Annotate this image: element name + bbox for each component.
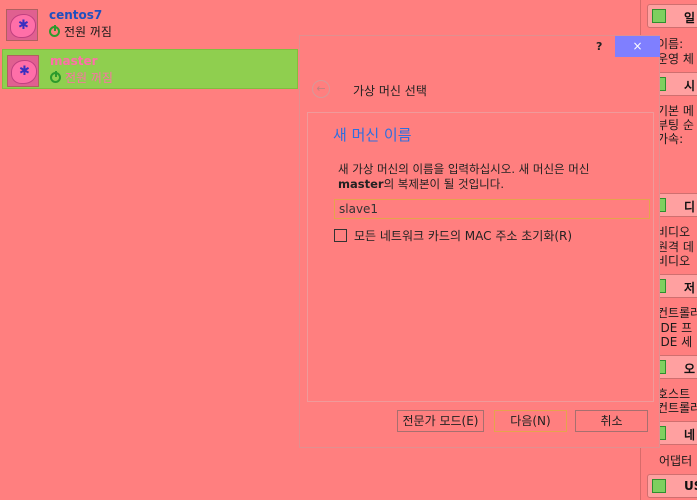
- vm-name: master: [50, 54, 98, 68]
- help-button[interactable]: ?: [596, 40, 602, 53]
- section-title: 시: [684, 79, 696, 93]
- detail-line: 컨트롤러: [657, 401, 697, 415]
- detail-line: 운영 체: [657, 52, 694, 66]
- detail-line: 가속:: [657, 132, 684, 146]
- section-title: 네: [684, 428, 696, 442]
- section-title: 디: [684, 200, 696, 214]
- section-title: 저: [684, 281, 696, 295]
- general-icon: [652, 9, 666, 23]
- vm-state: 전원 꺼짐: [50, 69, 113, 86]
- checkbox-box[interactable]: [334, 229, 347, 242]
- desc-text: 의 복제본이 될 것입니다.: [383, 177, 504, 191]
- next-button[interactable]: 다음(N): [494, 410, 567, 432]
- wizard-page: 새 머신 이름 새 가상 머신의 이름을 입력하십시오. 새 머신은 머신 ma…: [307, 112, 654, 402]
- dialog-title: 가상 머신 선택: [353, 84, 427, 98]
- details-section-usb[interactable]: US: [647, 474, 697, 498]
- button-bar: 전문가 모드(E) 다음(N) 취소: [307, 402, 654, 442]
- checkbox-label: 모든 네트워크 카드의 MAC 주소 초기화(R): [354, 229, 573, 243]
- vm-state-label: 전원 꺼짐: [65, 71, 113, 85]
- vm-name: centos7: [49, 8, 103, 22]
- usb-icon: [652, 479, 666, 493]
- page-description: 새 가상 머신의 이름을 입력하십시오. 새 머신은 머신 master의 복제…: [338, 162, 638, 192]
- expert-mode-button[interactable]: 전문가 모드(E): [397, 410, 484, 432]
- detail-line: IDE 세: [657, 335, 693, 349]
- vm-os-icon: ✱: [7, 55, 39, 87]
- power-icon: [50, 71, 61, 83]
- desc-source-vm: master: [338, 177, 384, 191]
- section-title: US: [684, 479, 697, 493]
- detail-line: 비디오: [657, 254, 691, 268]
- vm-name-input[interactable]: [334, 199, 650, 219]
- cancel-button[interactable]: 취소: [575, 410, 648, 432]
- details-section-general[interactable]: 일: [647, 4, 697, 28]
- detail-line: 어댑터: [659, 454, 693, 468]
- desc-text: 새 가상 머신의 이름을 입력하십시오. 새 머신은 머신: [338, 162, 590, 176]
- clone-vm-dialog: ? × ← 가상 머신 선택 새 머신 이름 새 가상 머신의 이름을 입력하십…: [299, 35, 660, 448]
- power-icon: [49, 25, 60, 37]
- page-heading: 새 머신 이름: [333, 126, 412, 144]
- section-title: 일: [684, 11, 696, 25]
- vm-state: 전원 꺼짐: [49, 23, 112, 40]
- vm-item-centos7[interactable]: ✱ centos7 전원 꺼짐: [2, 4, 298, 44]
- vm-os-icon: ✱: [6, 9, 38, 41]
- close-button[interactable]: ×: [615, 36, 660, 57]
- back-arrow-icon[interactable]: ←: [312, 80, 330, 98]
- section-title: 오: [684, 362, 696, 376]
- vm-item-master[interactable]: ✱ master 전원 꺼짐: [2, 49, 298, 89]
- vm-state-label: 전원 꺼짐: [64, 25, 112, 39]
- reinit-mac-checkbox[interactable]: 모든 네트워크 카드의 MAC 주소 초기화(R): [334, 227, 572, 244]
